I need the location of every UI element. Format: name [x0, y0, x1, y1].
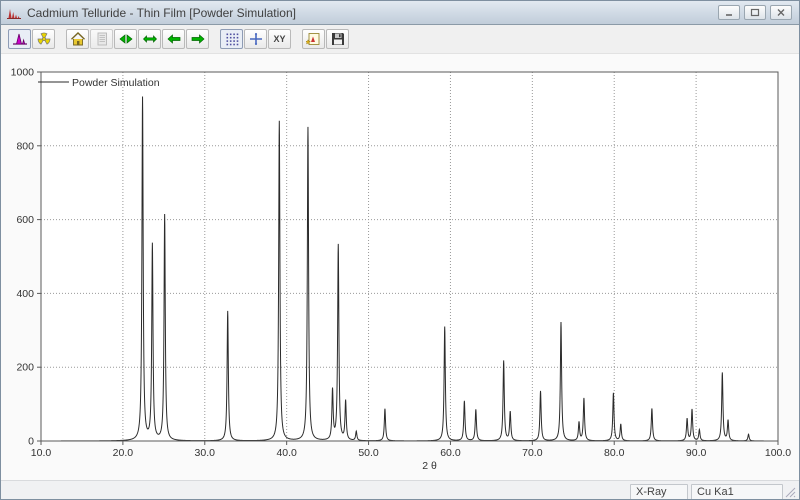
list-icon	[94, 31, 110, 47]
grid-icon	[224, 31, 240, 47]
pan-left-button[interactable]	[162, 29, 185, 49]
home-icon	[70, 31, 86, 47]
app-icon	[6, 5, 22, 21]
window-controls	[718, 5, 792, 20]
zoom-out-horizontal-button[interactable]	[138, 29, 161, 49]
arrows-outward-icon	[142, 31, 158, 47]
svg-text:400: 400	[16, 288, 34, 300]
save-icon	[330, 31, 346, 47]
window-title: Cadmium Telluride - Thin Film [Powder Si…	[27, 5, 296, 20]
svg-text:30.0: 30.0	[195, 447, 216, 459]
maximize-button[interactable]	[744, 5, 766, 20]
zoom-in-horizontal-button[interactable]	[114, 29, 137, 49]
svg-text:20.0: 20.0	[113, 447, 134, 459]
copy-pattern-button[interactable]	[302, 29, 325, 49]
home-view-button[interactable]	[66, 29, 89, 49]
svg-text:1000: 1000	[11, 67, 35, 79]
save-button[interactable]	[326, 29, 349, 49]
pan-right-button[interactable]	[186, 29, 209, 49]
status-bar: X-Ray Cu Ka1	[1, 480, 799, 499]
simulation-pattern-button[interactable]	[8, 29, 31, 49]
titlebar: Cadmium Telluride - Thin Film [Powder Si…	[1, 1, 799, 25]
histogram-icon	[12, 31, 28, 47]
radiation-icon	[36, 31, 52, 47]
minimize-button[interactable]	[718, 5, 740, 20]
export-image-icon	[305, 31, 322, 47]
svg-text:200: 200	[16, 362, 34, 374]
svg-text:50.0: 50.0	[358, 447, 379, 459]
close-button[interactable]	[770, 5, 792, 20]
svg-text:Powder Simulation: Powder Simulation	[72, 77, 160, 89]
crosshair-icon	[248, 31, 264, 47]
svg-text:80.0: 80.0	[604, 447, 625, 459]
xy-text-icon: XY	[273, 34, 286, 44]
svg-text:90.0: 90.0	[686, 447, 707, 459]
svg-text:70.0: 70.0	[522, 447, 543, 459]
crosshair-button[interactable]	[244, 29, 267, 49]
svg-text:100.0: 100.0	[765, 447, 791, 459]
xy-readout-button[interactable]: XY	[268, 29, 291, 49]
svg-text:10.0: 10.0	[31, 447, 52, 459]
app-window: Cadmium Telluride - Thin Film [Powder Si…	[0, 0, 800, 500]
grid-toggle-button[interactable]	[220, 29, 243, 49]
arrow-right-icon	[190, 31, 206, 47]
resize-grip[interactable]	[785, 485, 796, 498]
radiation-type-field[interactable]: X-Ray	[630, 483, 688, 499]
radiation-button[interactable]	[32, 29, 55, 49]
svg-text:2 θ: 2 θ	[422, 460, 437, 472]
svg-text:600: 600	[16, 214, 34, 226]
svg-text:60.0: 60.0	[440, 447, 461, 459]
arrow-left-icon	[166, 31, 182, 47]
wavelength-field[interactable]: Cu Ka1	[691, 483, 783, 499]
svg-text:40.0: 40.0	[276, 447, 297, 459]
svg-text:800: 800	[16, 140, 34, 152]
powder-pattern-chart[interactable]: 10.0 20.0 30.0 40.0 50.0 60.0 70.0 80.0 90.0 100.…	[1, 54, 799, 480]
chart-area: 10.0 20.0 30.0 40.0 50.0 60.0 70.0 80.0 90.0 100.…	[1, 54, 799, 480]
svg-text:0: 0	[28, 436, 34, 448]
data-list-button[interactable]	[90, 29, 113, 49]
toolbar: XY	[1, 25, 799, 54]
arrows-inward-icon	[118, 31, 134, 47]
